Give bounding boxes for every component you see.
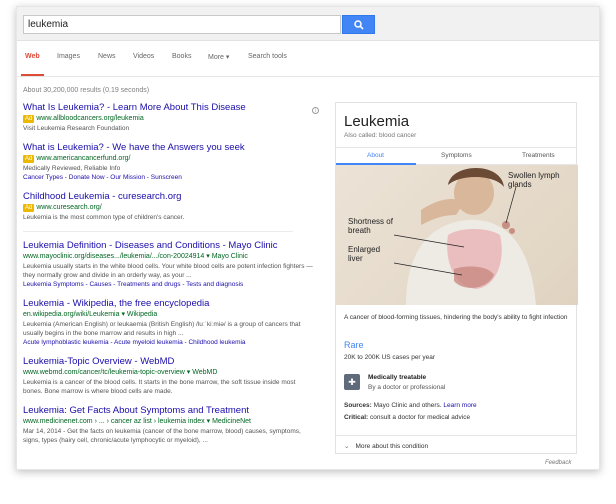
result-title[interactable]: Leukemia - Wikipedia, the free encyclope… (23, 298, 315, 310)
result-snippet: Mar 14, 2014 - Get the facts on leukemia… (23, 428, 301, 444)
kp-description: A cancer of blood-forming tissues, hinde… (344, 314, 568, 321)
result-title[interactable]: What is Leukemia? - We have the Answers … (23, 142, 315, 154)
tab-search-tools[interactable]: Search tools (248, 53, 287, 60)
label-enlarged-liver: Enlarged liver (348, 245, 381, 263)
organic-result: Leukemia Definition - Diseases and Condi… (23, 240, 315, 289)
tab-more[interactable]: More ▾ (208, 53, 229, 61)
result-url: Ad www.curesearch.org/ (23, 204, 102, 212)
result-url[interactable]: www.mayoclinic.org/diseases.../leukemia/… (23, 252, 315, 262)
knowledge-panel: Leukemia Also called: blood cancer About… (335, 102, 578, 455)
kp-rarity[interactable]: Rare (344, 340, 364, 350)
feedback-link[interactable]: Feedback (545, 460, 571, 466)
learn-more-link[interactable]: Learn more (443, 402, 476, 409)
result-sitelinks[interactable]: Acute lymphoblastic leukemia - Acute mye… (23, 338, 315, 347)
tab-news[interactable]: News (98, 53, 116, 60)
kp-cases: 20K to 200K US cases per year (344, 354, 436, 361)
label-swollen-lymph-glands: Swollen lymph glands (508, 171, 560, 189)
kp-title: Leukemia (344, 113, 410, 130)
result-url: Ad www.americancancerfund.org/ (23, 155, 131, 163)
label-shortness-of-breath: Shortness of breath (348, 217, 393, 235)
result-title[interactable]: Leukemia: Get Facts About Symptoms and T… (23, 405, 315, 417)
kp-tabs: About Symptoms Treatments (336, 147, 576, 165)
kp-tab-symptoms[interactable]: Symptoms (441, 152, 472, 159)
result-snippet: Leukemia is the most common type of chil… (23, 214, 185, 221)
search-button[interactable] (342, 15, 375, 34)
ad-badge: Ad (23, 155, 35, 163)
ad-result: Childhood Leukemia - curesearch.org Ad ww… (23, 191, 315, 222)
result-title[interactable]: Leukemia Definition - Diseases and Condi… (23, 240, 315, 252)
search-tabs: Web Images News Videos Books More ▾ Sear… (17, 41, 599, 77)
kp-treatable-subtitle: By a doctor or professional (368, 384, 446, 391)
result-snippet: Medically Reviewed, Reliable Info (23, 165, 121, 172)
search-input[interactable]: leukemia (23, 15, 341, 34)
result-url[interactable]: en.wikipedia.org/wiki/Leukemia ▾ Wikiped… (23, 310, 315, 320)
kp-tab-about[interactable]: About (367, 152, 384, 159)
organic-result: Leukemia-Topic Overview - WebMD www.webm… (23, 356, 315, 396)
ad-badge: Ad (23, 204, 35, 212)
kp-sources: Sources: Mayo Clinic and others. Learn m… (344, 402, 477, 409)
medical-kit-icon: ✚ (344, 374, 360, 390)
organic-result: Leukemia: Get Facts About Symptoms and T… (23, 405, 315, 445)
result-sitelinks[interactable]: Leukemia Symptoms - Causes - Treatments … (23, 280, 315, 289)
chevron-down-icon: ▾ (225, 54, 230, 61)
illustration-image[interactable]: Swollen lymph glands Shortness of breath… (336, 165, 578, 305)
chevron-down-icon: ⌄ (344, 443, 350, 450)
result-snippet: Leukemia usually starts in the white blo… (23, 263, 313, 279)
organic-result: Leukemia - Wikipedia, the free encyclope… (23, 298, 315, 347)
ad-result: What is Leukemia? - We have the Answers … (23, 142, 315, 182)
result-snippet: Leukemia is a cancer of the blood cells.… (23, 379, 296, 395)
result-snippet: Visit Leukemia Research Foundation (23, 125, 130, 132)
active-tab-indicator (21, 74, 44, 76)
ad-badge: Ad (23, 115, 35, 123)
search-icon (353, 19, 364, 30)
results-list: What Is Leukemia? - Learn More About Thi… (23, 102, 315, 454)
result-title[interactable]: Childhood Leukemia - curesearch.org (23, 191, 315, 203)
kp-tab-treatments[interactable]: Treatments (522, 152, 555, 159)
kp-critical: Critical: consult a doctor for medical a… (344, 414, 471, 421)
tab-images[interactable]: Images (57, 53, 80, 60)
result-url: Ad www.allbloodcancers.org/leukemia (23, 115, 144, 123)
divider (23, 231, 293, 232)
tab-videos[interactable]: Videos (133, 53, 154, 60)
result-sitelinks[interactable]: Cancer Types - Donate Now - Our Mission … (23, 173, 315, 182)
tab-books[interactable]: Books (172, 53, 191, 60)
kp-subtitle: Also called: blood cancer (344, 132, 417, 139)
ad-result: What Is Leukemia? - Learn More About Thi… (23, 102, 315, 133)
search-header: leukemia (17, 7, 599, 41)
more-about-condition-button[interactable]: ⌄ More about this condition (336, 435, 576, 455)
tab-web[interactable]: Web (25, 53, 40, 60)
browser-frame: leukemia Web Images News Videos Books Mo… (16, 6, 600, 470)
result-snippet: Leukemia (American English) or leukaemia… (23, 321, 301, 337)
kp-treatable-title: Medically treatable (368, 374, 427, 381)
result-url[interactable]: www.webmd.com/cancer/tc/leukemia-topic-o… (23, 368, 315, 378)
result-url[interactable]: www.medicinenet.com › ... › cancer az li… (23, 417, 315, 427)
result-title[interactable]: What Is Leukemia? - Learn More About Thi… (23, 102, 315, 114)
result-title[interactable]: Leukemia-Topic Overview - WebMD (23, 356, 315, 368)
result-stats: About 30,200,000 results (0.19 seconds) (23, 87, 150, 94)
